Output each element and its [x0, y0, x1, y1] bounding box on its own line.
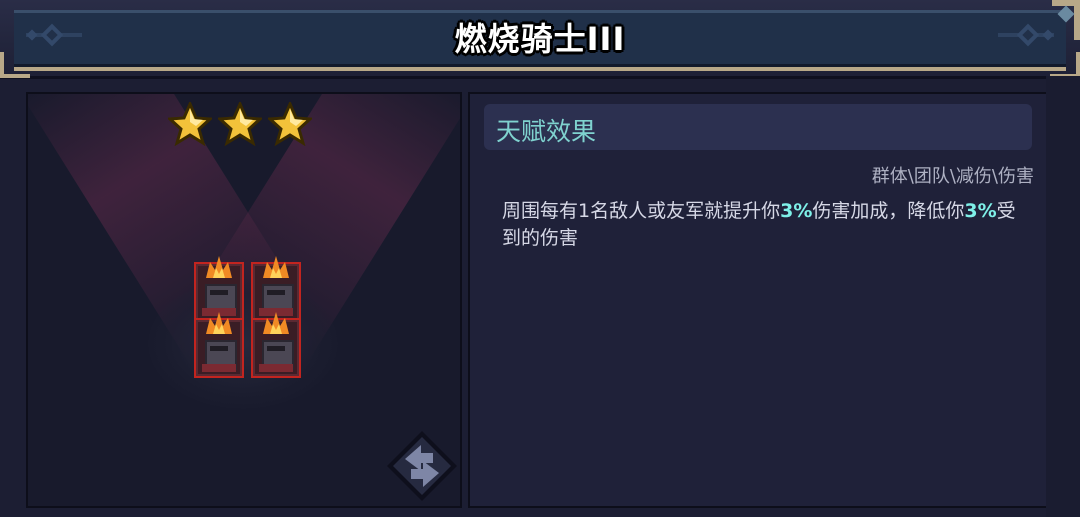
page-title: 燃烧骑士III	[454, 20, 626, 58]
section-title: 天赋效果	[496, 117, 597, 146]
section-header: 天赋效果	[484, 104, 1032, 150]
desc-text: 周围每有1名敌人或友军就提升你	[502, 200, 781, 222]
flame-icon	[206, 256, 232, 278]
talent-tags: 群体\团队\减伤\伤害	[871, 166, 1034, 187]
star-icon	[268, 102, 312, 146]
burning-knight-unit	[194, 312, 244, 378]
flame-icon	[206, 312, 232, 334]
swap-arrows-icon[interactable]	[385, 429, 459, 503]
header-bar: 燃烧骑士III	[0, 0, 1080, 79]
star-icon	[168, 102, 212, 146]
burning-knight-unit	[251, 312, 301, 378]
talent-description: 周围每有1名敌人或友军就提升你3%伤害加成，降低你3%受到的伤害	[502, 198, 1022, 252]
unit-formation	[194, 254, 304, 379]
unit-base	[202, 364, 236, 372]
corner-ornament-icon	[1052, 0, 1080, 40]
desc-value: 3%	[964, 200, 997, 222]
knight-visor	[210, 290, 228, 295]
flame-icon	[263, 256, 289, 278]
star-rating	[168, 102, 323, 148]
desc-text: 伤害加成，降低你	[812, 200, 965, 222]
talent-dialog: 燃烧骑士III 天赋效果 群体\团队\减伤\伤害 周围每有1名敌人或友军就提升你…	[0, 0, 1080, 517]
unit-showcase-panel	[26, 92, 462, 508]
right-frame-edge	[1046, 76, 1080, 517]
unit-base	[259, 364, 293, 372]
flame-icon	[263, 312, 289, 334]
knight-visor	[210, 346, 228, 351]
talent-panel: 天赋效果 群体\团队\减伤\伤害 周围每有1名敌人或友军就提升你3%伤害加成，降…	[468, 92, 1050, 508]
knight-visor	[267, 290, 285, 295]
desc-value: 3%	[780, 200, 813, 222]
star-icon	[218, 102, 262, 146]
knight-visor	[267, 346, 285, 351]
